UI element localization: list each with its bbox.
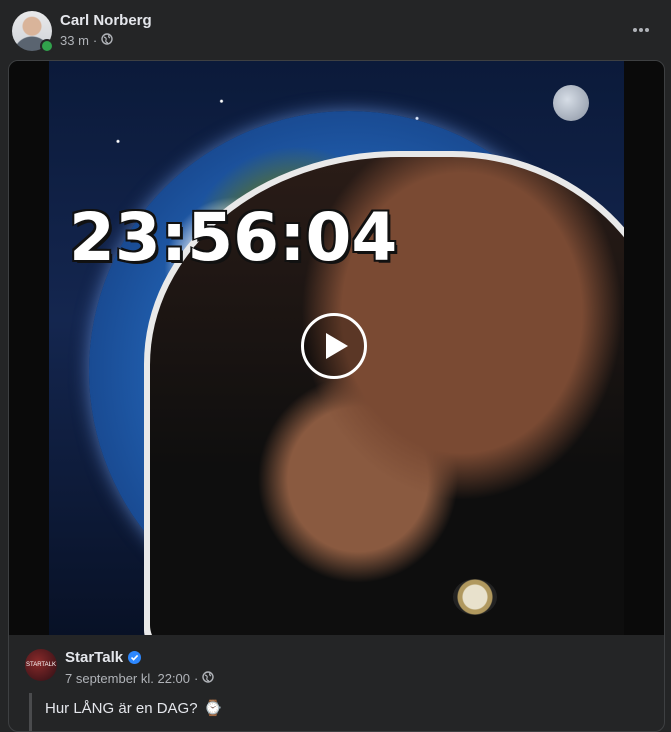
play-icon — [326, 333, 348, 359]
post-header: Carl Norberg 33 m · — [0, 0, 671, 60]
source-post-text: Hur LÅNG är en DAG? ⌚ — [45, 699, 223, 718]
source-meta-separator: · — [194, 671, 199, 686]
watch-emoji-icon: ⌚ — [203, 700, 223, 717]
play-button[interactable] — [301, 313, 367, 379]
source-avatar-text: STARTALK — [25, 662, 56, 668]
online-status-icon — [40, 39, 54, 53]
quote-bar — [29, 693, 32, 731]
source-name[interactable]: StarTalk — [65, 649, 123, 666]
moon-image — [553, 85, 589, 121]
source-date[interactable]: 7 september kl. 22:00 — [65, 671, 190, 686]
shared-post-card[interactable]: 23:56:04 STARTALK StarTalk 7 september k… — [8, 60, 665, 732]
post-meta: 33 m · — [60, 33, 113, 48]
wristwatch-image — [453, 579, 497, 615]
more-options-button[interactable] — [629, 18, 653, 42]
video-overlay-text: 23:56:04 — [69, 199, 398, 276]
video-player[interactable]: 23:56:04 — [9, 61, 664, 635]
ellipsis-icon — [633, 28, 649, 32]
source-header: StarTalk — [65, 649, 142, 666]
globe-icon[interactable] — [101, 33, 113, 48]
post-time[interactable]: 33 m — [60, 33, 89, 48]
author-name[interactable]: Carl Norberg — [60, 12, 152, 29]
source-post: STARTALK StarTalk 7 september kl. 22:00 … — [9, 635, 664, 731]
source-text: Hur LÅNG är en DAG? — [45, 699, 198, 717]
globe-icon[interactable] — [202, 671, 215, 686]
verified-badge-icon — [128, 651, 142, 664]
source-avatar[interactable]: STARTALK — [25, 649, 57, 681]
source-meta: 7 september kl. 22:00 · — [65, 671, 215, 686]
meta-separator: · — [92, 33, 98, 48]
